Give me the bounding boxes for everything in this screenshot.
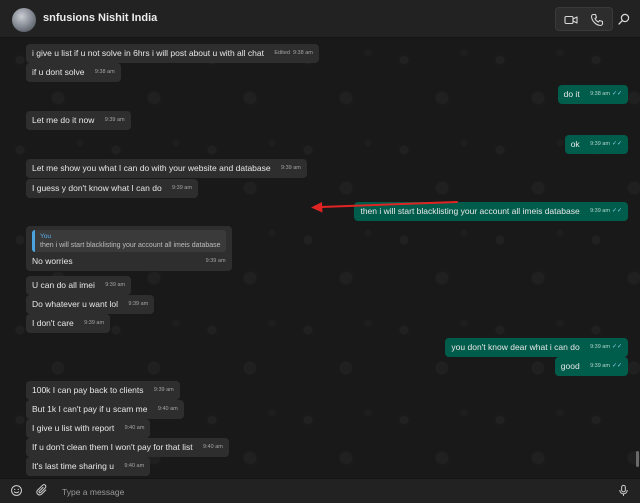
message-bubble-outgoing[interactable]: do it 9:38 am ✓✓ [557, 85, 628, 104]
emoji-icon[interactable] [10, 484, 23, 497]
message-text: No worries [32, 256, 73, 266]
message-meta: 9:39 am [128, 299, 148, 310]
contact-name[interactable]: snfusions Nishit India [43, 12, 157, 24]
message-time: 9:39 am [105, 282, 126, 288]
message-meta: 9:40 am [158, 404, 178, 415]
message-time: 9:39 am [590, 363, 610, 369]
message-time: 9:39 am [590, 208, 610, 214]
message-meta: 9:39 am ✓✓ [590, 206, 622, 217]
message-time: 9:38 am [292, 50, 313, 56]
annotation-arrow [311, 201, 458, 213]
message-time: 9:39 am [590, 344, 610, 350]
message-time: 9:39 am [153, 387, 174, 393]
message-meta: 9:39 am ✓✓ [590, 361, 622, 372]
paperclip-icon[interactable] [36, 484, 49, 497]
message-time: 9:39 am [128, 301, 149, 307]
message-time: 9:40 am [157, 406, 178, 412]
message-meta: 9:39 am ✓✓ [590, 342, 622, 353]
message-time: 9:39 am [84, 320, 105, 326]
message-bubble-incoming[interactable]: It's last time sharing u 9:40 am [26, 457, 151, 476]
message-meta: Edited 9:38 am [274, 48, 312, 59]
edited-label: Edited [274, 50, 290, 56]
microphone-icon[interactable] [617, 484, 630, 497]
quoted-message[interactable]: You then i will start blacklisting your … [32, 230, 226, 252]
read-receipt-icon: ✓✓ [611, 208, 622, 214]
message-text: if u dont solve [32, 67, 85, 77]
message-time: 9:39 am [590, 141, 610, 147]
message-meta: 9:39 am [154, 385, 174, 396]
message-time: 9:38 am [94, 69, 115, 75]
message-bubble-incoming[interactable]: But 1k I can't pay if u scam me 9:40 am [26, 400, 184, 419]
message-text: i give u list if u not solve in 6hrs i w… [32, 48, 264, 58]
message-meta: 9:39 am [84, 318, 104, 329]
message-time: 9:40 am [202, 444, 223, 450]
chat-header: snfusions Nishit India [0, 0, 640, 38]
message-text: It's last time sharing u [32, 461, 114, 471]
message-bubble-incoming[interactable]: If u don't clean them I won't pay for th… [26, 438, 229, 457]
message-time: 9:40 am [124, 463, 145, 469]
message-text: I guess y don't know what I can do [32, 183, 162, 193]
message-time: 9:39 am [205, 258, 226, 264]
message-bubble-outgoing[interactable]: ok 9:39 am ✓✓ [564, 135, 628, 154]
message-bubble-incoming[interactable]: I give u list with report 9:40 am [26, 419, 151, 438]
message-text: U can do all imei [32, 280, 95, 290]
message-time: 9:39 am [104, 117, 125, 123]
message-time: 9:38 am [590, 91, 610, 97]
message-bubble-incoming[interactable]: Let me do it now 9:39 am [26, 111, 131, 130]
message-meta: 9:39 am [172, 183, 192, 194]
message-text: 100k I can pay back to clients [32, 385, 144, 395]
message-bubble-incoming[interactable]: I don't care 9:39 am [26, 314, 111, 333]
read-receipt-icon: ✓✓ [611, 363, 622, 369]
message-bubble-incoming[interactable]: U can do all imei 9:39 am [26, 276, 132, 295]
message-bubble-outgoing[interactable]: good 9:39 am ✓✓ [554, 357, 628, 376]
phone-icon[interactable] [590, 13, 604, 27]
read-receipt-icon: ✓✓ [611, 141, 622, 147]
message-text: But 1k I can't pay if u scam me [32, 404, 148, 414]
message-text: good [560, 361, 580, 371]
message-composer [0, 478, 640, 503]
message-bubble-incoming-reply[interactable]: You then i will start blacklisting your … [26, 226, 232, 271]
message-text: Let me show you what I can do with your … [32, 163, 271, 173]
message-list[interactable]: i give u list if u not solve in 6hrs i w… [0, 38, 640, 478]
call-buttons-group [555, 7, 613, 31]
message-text: I don't care [32, 318, 74, 328]
message-meta: 9:38 am [95, 67, 115, 78]
quoted-author: You [40, 233, 51, 240]
message-text: do it [563, 89, 580, 99]
message-meta: 9:39 am [105, 115, 125, 126]
read-receipt-icon: ✓✓ [611, 344, 622, 350]
message-meta: 9:40 am [203, 442, 223, 453]
message-meta: 9:39 am ✓✓ [590, 139, 622, 150]
avatar[interactable] [12, 8, 36, 32]
message-bubble-incoming[interactable]: 100k I can pay back to clients 9:39 am [26, 381, 180, 400]
message-text: If u don't clean them I won't pay for th… [32, 442, 193, 452]
message-bubble-incoming[interactable]: Do whatever u want lol 9:39 am [26, 295, 155, 314]
message-bubble-incoming[interactable]: i give u list if u not solve in 6hrs i w… [26, 44, 319, 63]
message-time: 9:40 am [124, 425, 145, 431]
message-text: Do whatever u want lol [32, 299, 118, 309]
message-meta: 9:39 am [206, 256, 226, 267]
message-text: I give u list with report [32, 423, 115, 433]
message-text: Let me do it now [32, 115, 95, 125]
reply-body: No worries 9:39 am [32, 256, 226, 267]
video-camera-icon[interactable] [564, 13, 578, 27]
message-text: ok [570, 139, 580, 149]
message-bubble-outgoing[interactable]: you don't know dear what i can do 9:39 a… [445, 338, 628, 357]
scrollbar-thumb[interactable] [636, 451, 639, 467]
message-text: you don't know dear what i can do [451, 342, 580, 352]
quoted-text: then i will start blacklisting your acco… [40, 242, 221, 249]
message-input[interactable] [60, 483, 604, 501]
message-meta: 9:40 am [124, 461, 144, 472]
message-meta: 9:40 am [125, 423, 145, 434]
message-bubble-incoming[interactable]: if u dont solve 9:38 am [26, 63, 121, 82]
message-bubble-incoming[interactable]: Let me show you what I can do with your … [26, 159, 307, 178]
message-time: 9:39 am [172, 185, 192, 191]
message-bubble-incoming[interactable]: I guess y don't know what I can do 9:39 … [26, 179, 198, 198]
message-time: 9:39 am [281, 165, 301, 171]
search-icon[interactable] [617, 12, 631, 26]
message-meta: 9:39 am [105, 280, 125, 291]
message-meta: 9:39 am [281, 163, 301, 174]
message-meta: 9:38 am ✓✓ [590, 89, 622, 100]
read-receipt-icon: ✓✓ [611, 91, 622, 97]
